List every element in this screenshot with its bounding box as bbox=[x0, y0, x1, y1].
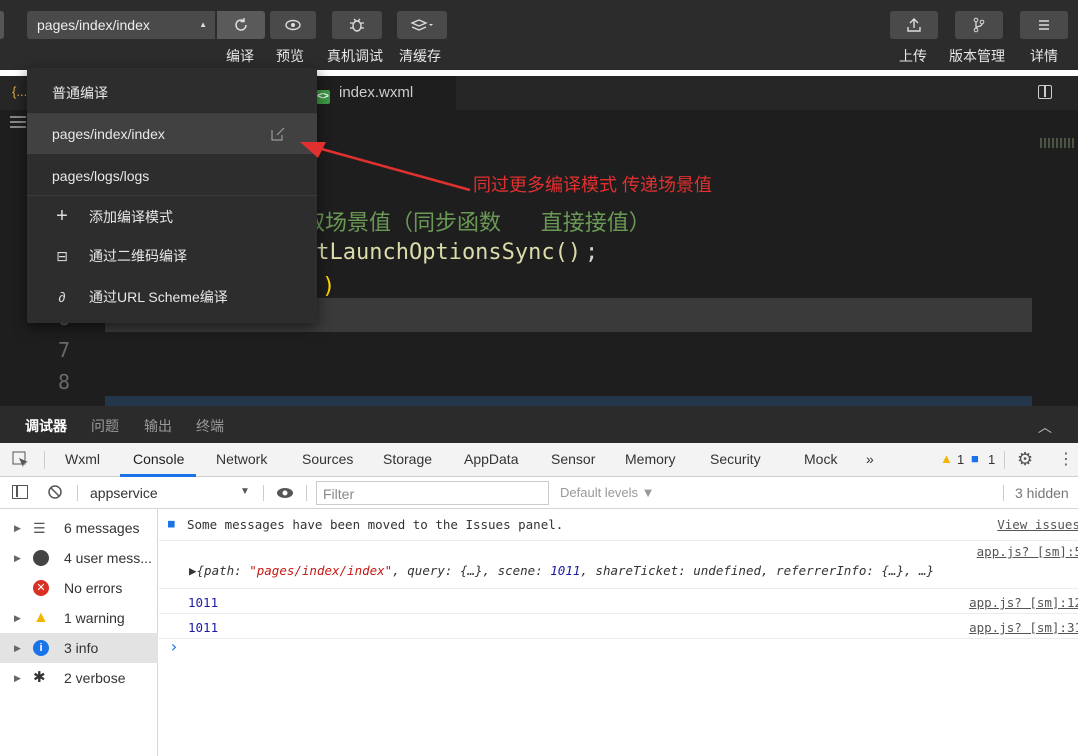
selection-highlight bbox=[105, 396, 1032, 406]
caret-down-icon[interactable]: ▼ bbox=[240, 486, 250, 497]
context-select[interactable]: appservice bbox=[90, 485, 158, 501]
sidebar-item-messages[interactable]: ▶ ☰ 6 messages bbox=[0, 513, 158, 543]
tab-sources[interactable]: Sources bbox=[302, 451, 353, 467]
sidebar-item-label: No errors bbox=[64, 580, 123, 596]
sidebar-toggle-icon[interactable] bbox=[12, 485, 28, 499]
divider bbox=[44, 451, 45, 469]
tab-debugger[interactable]: 调试器 bbox=[25, 416, 67, 436]
expand-triangle-icon: ▶ bbox=[14, 643, 21, 653]
source-link[interactable]: app.js? [sm]:31 bbox=[969, 620, 1078, 635]
sidebar-item-errors[interactable]: ✕ No errors bbox=[0, 573, 158, 603]
divider bbox=[306, 485, 307, 501]
view-issues-link[interactable]: View issues bbox=[997, 517, 1078, 532]
debugger-tab-bar: 调试器 问题 输出 终端 ︿ bbox=[0, 406, 1078, 443]
expand-triangle-icon: ▶ bbox=[14, 613, 21, 623]
warning-count[interactable]: 1 bbox=[957, 452, 964, 467]
user-icon bbox=[33, 550, 49, 566]
line-number: 7 bbox=[57, 338, 70, 362]
divider bbox=[1003, 485, 1004, 501]
object-path-value: "pages/index/index" bbox=[249, 563, 393, 578]
tab-wxml[interactable]: Wxml bbox=[65, 451, 100, 467]
sidebar-item-label: 4 user mess... bbox=[64, 550, 152, 566]
object-tail: , shareTicket: undefined, referrerInfo: … bbox=[580, 563, 935, 578]
log-levels-select[interactable]: Default levels ▼ bbox=[560, 485, 655, 500]
expand-triangle-icon: ▶ bbox=[14, 523, 21, 533]
object-prefix: ▶{path: bbox=[189, 563, 250, 578]
sidebar-item-warnings[interactable]: ▶ ▲ 1 warning bbox=[0, 603, 158, 633]
info-icon: i bbox=[33, 640, 49, 656]
info-message-icon: ■ bbox=[168, 517, 175, 530]
console-log-object[interactable]: app.js? [sm]:5 ▶{path: "pages/index/inde… bbox=[159, 541, 1078, 589]
tab-appdata[interactable]: AppData bbox=[464, 451, 518, 467]
sidebar-item-verbose[interactable]: ▶ ✱ 2 verbose bbox=[0, 663, 158, 693]
console-log-value[interactable]: 1011 app.js? [sm]:12 bbox=[159, 589, 1078, 614]
tab-terminal[interactable]: 终端 bbox=[196, 416, 224, 436]
sidebar-item-label: 2 verbose bbox=[64, 670, 126, 686]
annotation-text: 同过更多编译模式 传递场景值 bbox=[473, 175, 712, 195]
source-link[interactable]: app.js? [sm]:5 bbox=[977, 544, 1078, 559]
issues-note-text: Some messages have been moved to the Iss… bbox=[187, 517, 564, 532]
tab-sensor[interactable]: Sensor bbox=[551, 451, 595, 467]
sidebar-item-label: 6 messages bbox=[64, 520, 140, 536]
tab-issues[interactable]: 问题 bbox=[91, 416, 119, 436]
filter-input[interactable]: Filter bbox=[316, 481, 549, 505]
divider bbox=[1004, 451, 1005, 469]
console-sidebar: ▶ ☰ 6 messages ▶ 4 user mess... ✕ No err… bbox=[0, 509, 158, 756]
divider bbox=[77, 485, 78, 501]
tab-security[interactable]: Security bbox=[710, 451, 761, 467]
line-number: 8 bbox=[57, 370, 70, 394]
divider bbox=[263, 485, 264, 501]
object-scene-value: 1011 bbox=[550, 563, 581, 578]
warning-icon: ▲ bbox=[33, 609, 49, 626]
inspect-element-icon[interactable] bbox=[12, 451, 30, 469]
tab-memory[interactable]: Memory bbox=[625, 451, 676, 467]
clear-console-icon[interactable] bbox=[47, 484, 63, 500]
sidebar-item-info[interactable]: ▶ i 3 info bbox=[0, 633, 158, 663]
console-messages: ■ Some messages have been moved to the I… bbox=[159, 509, 1078, 756]
warning-icon: ▲ bbox=[940, 451, 953, 466]
tab-storage[interactable]: Storage bbox=[383, 451, 432, 467]
console-prompt[interactable]: › bbox=[169, 637, 179, 656]
tab-network[interactable]: Network bbox=[216, 451, 267, 467]
bug-icon: ✱ bbox=[33, 669, 46, 686]
tab-output[interactable]: 输出 bbox=[144, 416, 172, 436]
info-count[interactable]: 1 bbox=[988, 452, 995, 467]
console-log-value[interactable]: 1011 app.js? [sm]:31 bbox=[159, 614, 1078, 639]
devtools-tab-bar: Wxml Console Network Sources Storage App… bbox=[0, 443, 1078, 477]
annotation-arrow bbox=[300, 142, 471, 192]
sidebar-item-label: 3 info bbox=[64, 640, 99, 656]
expand-triangle-icon: ▶ bbox=[14, 553, 21, 563]
error-icon: ✕ bbox=[33, 580, 49, 596]
eye-icon[interactable] bbox=[275, 485, 295, 501]
gear-icon[interactable]: ⚙ bbox=[1017, 449, 1033, 470]
hidden-count[interactable]: 3 hidden bbox=[1015, 485, 1069, 501]
list-icon: ☰ bbox=[33, 520, 46, 536]
log-value: 1011 bbox=[188, 595, 219, 610]
object-mid: , query: {…}, scene: bbox=[392, 563, 551, 578]
log-value: 1011 bbox=[188, 620, 219, 635]
tab-mock[interactable]: Mock bbox=[804, 451, 837, 467]
sidebar-item-label: 1 warning bbox=[64, 610, 125, 626]
tab-console[interactable]: Console bbox=[133, 451, 184, 467]
kebab-menu-icon[interactable]: ⋮ bbox=[1058, 449, 1074, 469]
filter-placeholder: Filter bbox=[323, 486, 355, 502]
expand-triangle-icon: ▶ bbox=[14, 673, 21, 683]
more-tabs-icon[interactable]: » bbox=[866, 451, 874, 467]
info-message-icon: ■ bbox=[971, 451, 979, 466]
console-issues-note: ■ Some messages have been moved to the I… bbox=[159, 509, 1078, 541]
sidebar-item-user-messages[interactable]: ▶ 4 user mess... bbox=[0, 543, 158, 573]
source-link[interactable]: app.js? [sm]:12 bbox=[969, 595, 1078, 610]
console-toolbar: appservice ▼ Filter Default levels ▼ 3 h… bbox=[0, 477, 1078, 509]
chevron-up-icon[interactable]: ︿ bbox=[1038, 417, 1052, 437]
